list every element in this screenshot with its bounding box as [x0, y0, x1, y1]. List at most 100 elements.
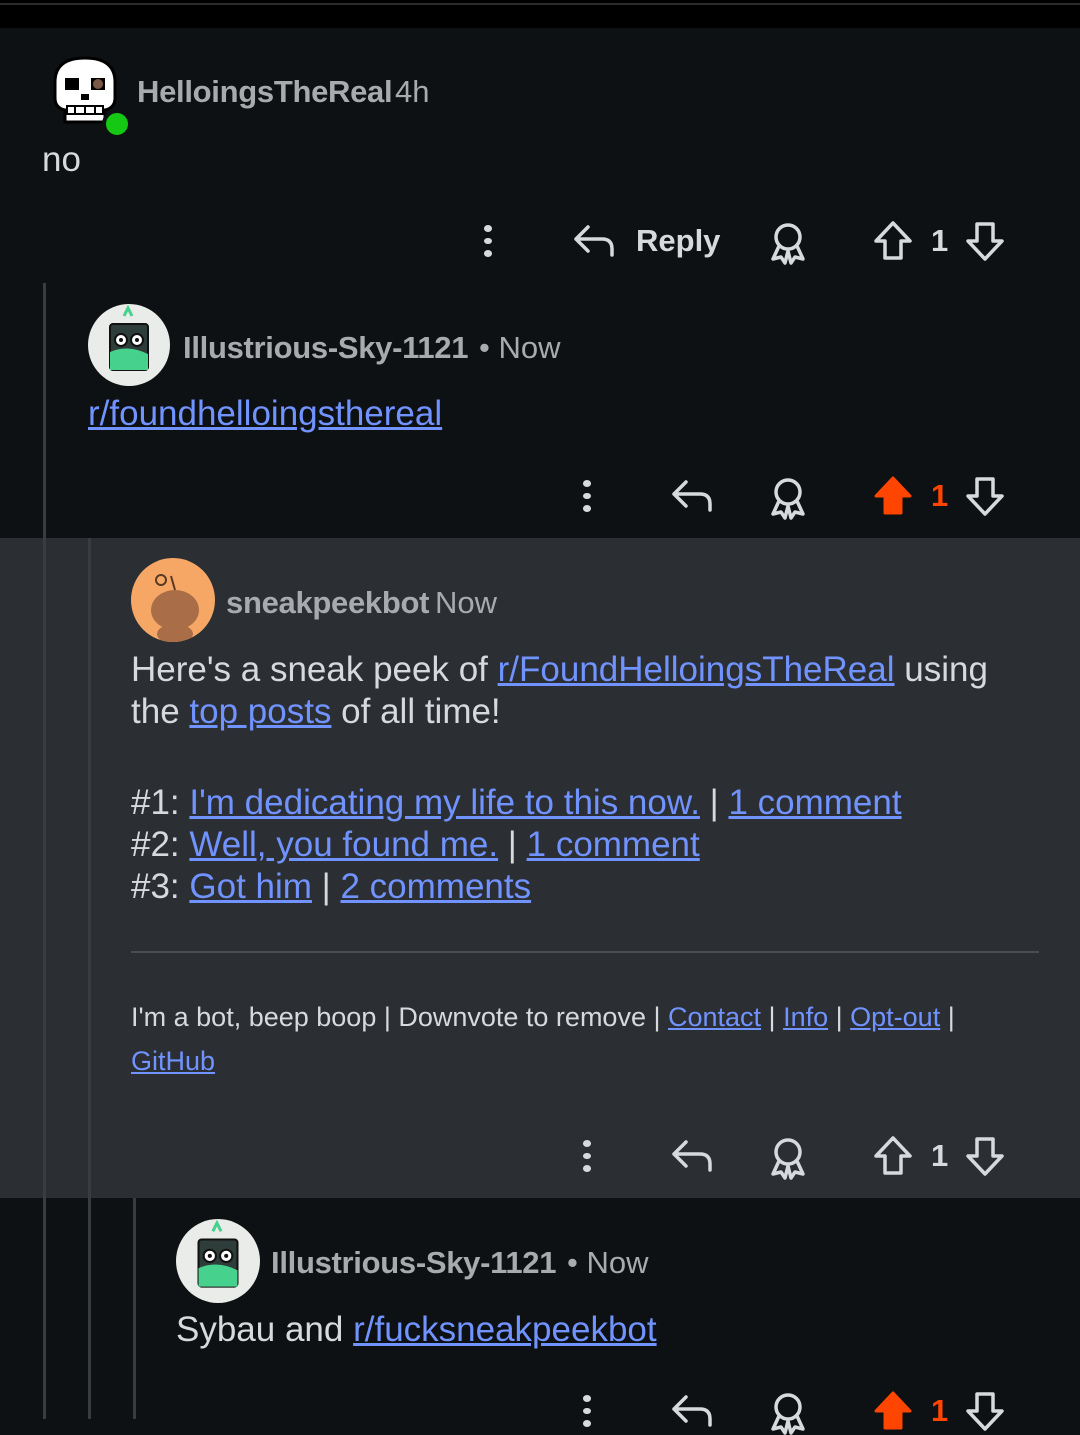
downvote-button[interactable] — [965, 1390, 1005, 1432]
subreddit-link[interactable]: r/foundhelloingsthereal — [88, 394, 442, 433]
subreddit-link[interactable]: r/FoundHelloingsTheReal — [498, 650, 895, 689]
bot-footer: I'm a bot, beep boop | Downvote to remov… — [131, 1002, 955, 1033]
intro-text: the — [131, 692, 190, 731]
comment-body: no — [42, 140, 81, 179]
top-posts-link[interactable]: top posts — [189, 692, 331, 731]
comment-time: Now — [435, 585, 498, 620]
upvote-button-active[interactable] — [873, 475, 913, 517]
post-title-link[interactable]: I'm dedicating my life to this now. — [189, 783, 700, 822]
reply-button[interactable] — [572, 221, 616, 261]
comment-author[interactable]: HelloingsTheReal — [137, 74, 393, 110]
separator: | — [828, 1002, 851, 1032]
subreddit-link[interactable]: r/fucksneakpeekbot — [353, 1310, 657, 1349]
post-title-link[interactable]: Got him — [189, 867, 312, 906]
upvote-button[interactable] — [873, 220, 913, 262]
avatar[interactable] — [176, 1219, 260, 1303]
comment-body: Sybau and r/fucksneakpeekbot — [176, 1310, 657, 1350]
separator: | — [311, 867, 341, 906]
upvote-arrow-filled-icon — [874, 476, 912, 515]
reply-button[interactable] — [670, 476, 714, 516]
post-title-link[interactable]: Well, you found me. — [189, 825, 498, 864]
more-options-button[interactable] — [582, 1137, 592, 1175]
comment-time: • Now — [567, 1245, 649, 1280]
downvote-arrow-icon — [966, 1392, 1004, 1431]
downvote-arrow-icon — [966, 1137, 1004, 1176]
vote-count: 1 — [931, 1138, 949, 1173]
comment-author[interactable]: sneakpeekbot — [226, 585, 429, 621]
snoo-avatar-icon — [151, 574, 199, 642]
reply-button[interactable] — [670, 1136, 714, 1176]
juice-box-avatar-icon — [197, 1219, 239, 1288]
thread-line[interactable] — [88, 538, 91, 1419]
bot-intro-line: Here's a sneak peek of r/FoundHelloingsT… — [131, 650, 988, 690]
more-options-button[interactable] — [582, 1392, 592, 1430]
intro-text: of all time! — [331, 692, 501, 731]
separator: | — [761, 1002, 784, 1032]
thread-line[interactable] — [133, 1198, 136, 1419]
online-status-icon — [102, 109, 132, 139]
top-post-row: #3: Got him | 2 comments — [131, 867, 531, 907]
post-rank: #3: — [131, 867, 190, 906]
intro-text: using — [894, 650, 988, 689]
reply-icon — [672, 1395, 712, 1427]
reply-label[interactable]: Reply — [636, 223, 720, 259]
award-button[interactable] — [767, 476, 809, 520]
vote-count: 1 — [931, 223, 949, 258]
post-comments-link[interactable]: 1 comment — [527, 825, 700, 864]
upvote-button-active[interactable] — [873, 1390, 913, 1432]
upvote-arrow-icon — [874, 1136, 912, 1175]
intro-text: Here's a sneak peek of — [131, 650, 498, 689]
reply-button[interactable] — [670, 1391, 714, 1431]
avatar[interactable] — [131, 558, 215, 642]
award-icon — [771, 1393, 805, 1435]
award-icon — [771, 478, 805, 520]
separator: | — [699, 783, 729, 822]
upvote-arrow-filled-icon — [874, 1391, 912, 1430]
comment-time: 4h — [395, 74, 430, 109]
top-post-row: #2: Well, you found me. | 1 comment — [131, 825, 700, 865]
comment-author[interactable]: Illustrious-Sky-1121 — [183, 330, 468, 366]
downvote-button[interactable] — [965, 220, 1005, 262]
contact-link[interactable]: Contact — [668, 1002, 761, 1032]
vote-count: 1 — [931, 478, 949, 513]
info-link[interactable]: Info — [783, 1002, 828, 1032]
award-icon — [771, 1138, 805, 1180]
award-icon — [771, 223, 805, 265]
bot-intro-line: the top posts of all time! — [131, 692, 501, 732]
award-button[interactable] — [767, 1391, 809, 1435]
reply-icon — [574, 225, 614, 257]
comment-author[interactable]: Illustrious-Sky-1121 — [271, 1245, 556, 1281]
award-button[interactable] — [767, 221, 809, 265]
downvote-arrow-icon — [966, 222, 1004, 261]
top-bar — [0, 0, 1080, 28]
post-rank: #1: — [131, 783, 190, 822]
juice-box-avatar-icon — [109, 304, 149, 371]
comment-time: • Now — [479, 330, 561, 365]
avatar[interactable] — [45, 52, 132, 139]
separator: | — [940, 1002, 955, 1032]
divider — [131, 951, 1039, 953]
top-post-row: #1: I'm dedicating my life to this now. … — [131, 783, 902, 823]
upvote-arrow-icon — [874, 221, 912, 260]
downvote-arrow-icon — [966, 477, 1004, 516]
body-text: Sybau and — [176, 1310, 354, 1349]
post-comments-link[interactable]: 1 comment — [728, 783, 901, 822]
reply-icon — [672, 1140, 712, 1172]
avatar[interactable] — [88, 304, 170, 386]
post-comments-link[interactable]: 2 comments — [340, 867, 531, 906]
optout-link[interactable]: Opt-out — [850, 1002, 940, 1032]
downvote-button[interactable] — [965, 1135, 1005, 1177]
upvote-button[interactable] — [873, 1135, 913, 1177]
more-options-button[interactable] — [483, 222, 493, 260]
reply-icon — [672, 480, 712, 512]
vote-count: 1 — [931, 1393, 949, 1428]
bot-footer: GitHub — [131, 1046, 215, 1077]
award-button[interactable] — [767, 1136, 809, 1180]
downvote-button[interactable] — [965, 475, 1005, 517]
comment-body: r/foundhelloingsthereal — [88, 394, 442, 434]
more-options-button[interactable] — [582, 477, 592, 515]
thread-line[interactable] — [43, 283, 46, 1419]
github-link[interactable]: GitHub — [131, 1046, 215, 1076]
footer-text: I'm a bot, beep boop | Downvote to remov… — [131, 1002, 668, 1032]
post-rank: #2: — [131, 825, 190, 864]
